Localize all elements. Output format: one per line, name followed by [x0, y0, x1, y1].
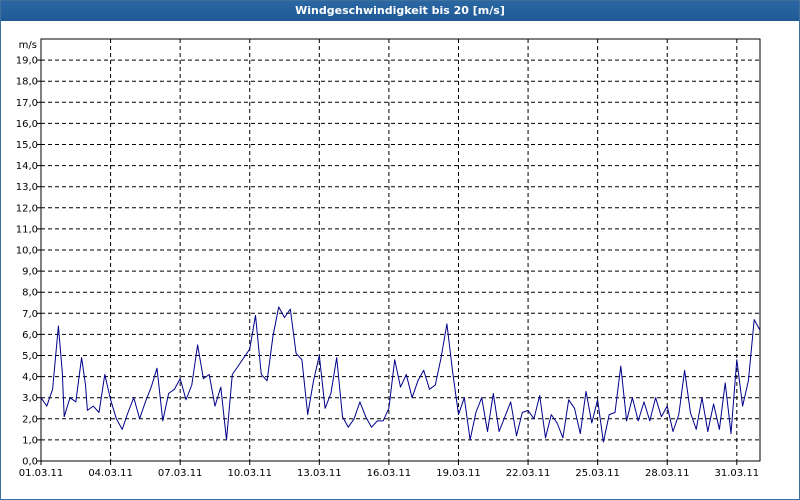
y-tick-label: 12,0 — [16, 203, 38, 214]
x-tick-label: 25.03.11 — [575, 468, 620, 479]
x-tick-label: 16.03.11 — [367, 468, 412, 479]
x-tick-label: 01.03.11 — [19, 468, 64, 479]
x-tick-label: 19.03.11 — [436, 468, 481, 479]
y-tick-label: 17,0 — [16, 98, 38, 109]
x-tick-label: 10.03.11 — [227, 468, 272, 479]
y-tick-label: 16,0 — [16, 119, 38, 130]
y-tick-label: 9,0 — [22, 267, 38, 278]
y-tick-label: 6,0 — [22, 330, 38, 341]
y-tick-label: 4,0 — [22, 372, 38, 383]
y-axis-unit-label: m/s — [19, 40, 37, 51]
y-tick-label: 18,0 — [16, 77, 38, 88]
x-tick-label: 04.03.11 — [88, 468, 133, 479]
y-tick-label: 2,0 — [22, 414, 38, 425]
series-layer — [40, 306, 761, 443]
chart-window: Windgeschwindigkeit bis 20 [m/s] 0,0 1,0 2… — [0, 0, 800, 500]
wind-speed-series-line — [40, 306, 761, 443]
y-tick-label: 13,0 — [16, 182, 38, 193]
y-tick-label: 10,0 — [16, 246, 38, 257]
x-tick-label: 22.03.11 — [506, 468, 551, 479]
wind-speed-chart: 0,0 1,0 2,0 3,0 4,0 5,0 6,0 7,0 8,0 9,0 10,0 11,0 12… — [16, 38, 761, 479]
y-tick-label: 8,0 — [22, 288, 38, 299]
y-tick-label: 14,0 — [16, 161, 38, 172]
x-tick-label: 31.03.11 — [715, 468, 760, 479]
y-tick-label: 15,0 — [16, 140, 38, 151]
x-axis: 01.03.11 04.03.11 07.03.11 10.03.11 13.03.11… — [19, 461, 759, 479]
y-tick-label: 0,0 — [22, 457, 38, 468]
y-tick-label: 11,0 — [16, 224, 38, 235]
y-tick-label: 5,0 — [22, 351, 38, 362]
y-tick-label: 3,0 — [22, 393, 38, 404]
y-tick-label: 7,0 — [22, 309, 38, 320]
x-tick-label: 07.03.11 — [158, 468, 203, 479]
y-tick-label: 19,0 — [16, 56, 38, 67]
y-tick-label: 1,0 — [22, 435, 38, 446]
grid — [41, 39, 760, 461]
y-axis: 0,0 1,0 2,0 3,0 4,0 5,0 6,0 7,0 8,0 9,0 10,0 11,0 12… — [16, 56, 41, 468]
x-tick-label: 13.03.11 — [297, 468, 342, 479]
x-tick-label: 28.03.11 — [645, 468, 690, 479]
